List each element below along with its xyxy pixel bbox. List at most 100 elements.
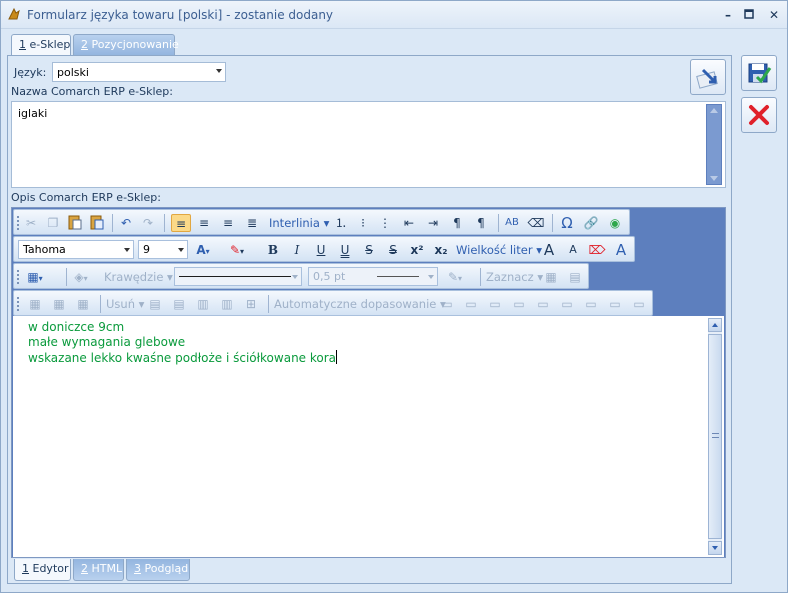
toolbar-row-4: ▦ ▦ ▦ Usuń ▾ ▤ ▤ ▥ ▥ ⊞ Automatyczne dopa…: [13, 290, 653, 316]
scroll-down-button[interactable]: [708, 541, 722, 555]
toolbar-grip: [17, 270, 19, 284]
copy-icon[interactable]: ❐: [44, 214, 62, 232]
font-name-select[interactable]: Tahoma: [18, 240, 134, 259]
multilevel-list-icon[interactable]: ⋮: [376, 214, 394, 232]
outdent-icon[interactable]: ⇤: [400, 214, 418, 232]
highlight-color-icon[interactable]: ✎▾: [228, 241, 246, 259]
tab-html-number: 2: [81, 562, 88, 575]
delete-dropdown[interactable]: Usuń ▾: [106, 295, 144, 313]
clear-formatting-icon[interactable]: ⌦: [588, 241, 606, 259]
bullet-list-icon[interactable]: ⁝: [354, 214, 372, 232]
shading-icon[interactable]: ◈▾: [72, 268, 90, 286]
tab-html[interactable]: 2 HTML: [73, 559, 124, 581]
cell-align-bottom-right-icon[interactable]: ▭: [630, 295, 648, 313]
table-cols-icon[interactable]: ▦: [74, 295, 92, 313]
scroll-up-button[interactable]: [708, 318, 722, 332]
table-rows-icon[interactable]: ▦: [50, 295, 68, 313]
scroll-down-icon: [710, 176, 718, 181]
insert-table-icon[interactable]: ▦▾: [26, 268, 44, 286]
name-scrollbar[interactable]: [706, 104, 722, 185]
table-properties-icon[interactable]: ▤: [566, 268, 584, 286]
paste-special-icon[interactable]: [88, 214, 106, 232]
align-right-icon[interactable]: ≡: [219, 214, 237, 232]
symbol-icon[interactable]: Ω: [558, 214, 576, 232]
letter-case-dropdown[interactable]: Wielkość liter ▾: [456, 241, 542, 259]
undo-icon[interactable]: ↶: [117, 214, 135, 232]
document-scrollbar[interactable]: [708, 318, 722, 555]
bold-icon[interactable]: B: [264, 241, 282, 259]
language-select[interactable]: polski: [52, 62, 226, 82]
double-strikethrough-icon[interactable]: S: [384, 241, 402, 259]
strikethrough-icon[interactable]: S: [360, 241, 378, 259]
main-panel: Język: polski Nazwa Comarch ERP e-Sklep:…: [7, 55, 732, 584]
insert-col-right-icon[interactable]: ▥: [218, 295, 236, 313]
font-color-icon[interactable]: A▾: [194, 241, 212, 259]
underline-icon[interactable]: U: [312, 241, 330, 259]
document-line: w doniczce 9cm: [28, 320, 125, 334]
tab-editor-label: Edytor: [29, 562, 69, 575]
toolbar-separator: [480, 268, 481, 286]
tab-podglad[interactable]: 3 Podgląd: [126, 559, 190, 581]
hyperlink-icon[interactable]: 🔗: [582, 214, 600, 232]
cell-align-top-left-icon[interactable]: ▭: [438, 295, 456, 313]
insert-row-above-icon[interactable]: ▤: [146, 295, 164, 313]
insert-col-left-icon[interactable]: ▥: [194, 295, 212, 313]
font-dialog-icon[interactable]: A: [612, 241, 630, 259]
tab-podglad-number: 3: [134, 562, 141, 575]
insert-image-icon[interactable]: ◉: [606, 214, 624, 232]
autofit-dropdown[interactable]: Automatyczne dopasowanie ▾: [274, 295, 446, 313]
scroll-thumb[interactable]: [708, 334, 722, 539]
subscript-icon[interactable]: x₂: [432, 241, 450, 259]
double-underline-icon[interactable]: U: [336, 241, 354, 259]
table-icon[interactable]: ▦: [26, 295, 44, 313]
show-gridlines-icon[interactable]: ▦: [542, 268, 560, 286]
italic-icon[interactable]: I: [288, 241, 306, 259]
paragraph-format-icon[interactable]: ¶: [472, 214, 490, 232]
eraser-icon[interactable]: ⌫: [527, 214, 545, 232]
superscript-icon[interactable]: x²: [408, 241, 426, 259]
maximize-button[interactable]: [740, 6, 758, 24]
cell-align-middle-center-icon[interactable]: ▭: [534, 295, 552, 313]
cell-align-bottom-center-icon[interactable]: ▭: [606, 295, 624, 313]
cancel-button[interactable]: [741, 97, 777, 133]
tab-pozycjonowanie-number: 2: [81, 38, 88, 51]
save-button[interactable]: [741, 55, 777, 91]
shrink-font-icon[interactable]: A: [564, 241, 582, 259]
translate-button[interactable]: [690, 59, 726, 95]
line-spacing-dropdown[interactable]: Interlinia ▾: [269, 214, 329, 232]
grow-font-icon[interactable]: A: [540, 241, 558, 259]
cell-align-top-right-icon[interactable]: ▭: [486, 295, 504, 313]
numbered-list-icon[interactable]: ⒈: [332, 214, 350, 232]
indent-icon[interactable]: ⇥: [424, 214, 442, 232]
window-title: Formularz języka towaru [polski] - zosta…: [27, 8, 334, 22]
border-width-select[interactable]: 0,5 pt: [308, 267, 438, 286]
borders-dropdown[interactable]: Krawędzie ▾: [104, 268, 173, 286]
document-area[interactable]: w doniczce 9cm małe wymagania glebowe ws…: [13, 316, 724, 557]
toolbar-separator: [268, 295, 269, 313]
align-left-icon[interactable]: ≡: [171, 214, 191, 232]
border-style-select[interactable]: [174, 267, 302, 286]
cell-align-middle-right-icon[interactable]: ▭: [558, 295, 576, 313]
cut-icon[interactable]: ✂: [22, 214, 40, 232]
border-color-icon[interactable]: ✎▾: [446, 268, 464, 286]
font-size-select[interactable]: 9: [138, 240, 188, 259]
close-button[interactable]: ✕: [765, 6, 783, 24]
spellcheck-icon[interactable]: AB: [503, 214, 521, 232]
minimize-button[interactable]: –: [719, 6, 737, 24]
align-center-icon[interactable]: ≡: [195, 214, 213, 232]
select-dropdown[interactable]: Zaznacz ▾: [486, 268, 543, 286]
tab-pozycjonowanie[interactable]: 2 Pozycjonowanie: [73, 34, 179, 55]
cell-align-bottom-left-icon[interactable]: ▭: [582, 295, 600, 313]
scroll-up-icon: [710, 108, 718, 113]
redo-icon[interactable]: ↷: [139, 214, 157, 232]
cell-align-middle-left-icon[interactable]: ▭: [510, 295, 528, 313]
insert-row-below-icon[interactable]: ▤: [170, 295, 188, 313]
name-textarea[interactable]: iglaki: [11, 101, 726, 188]
paste-icon[interactable]: [66, 214, 84, 232]
merge-cells-icon[interactable]: ⊞: [242, 295, 260, 313]
tab-e-sklep[interactable]: 1 e-Sklep: [11, 34, 71, 56]
cell-align-top-center-icon[interactable]: ▭: [462, 295, 480, 313]
align-justify-icon[interactable]: ≣: [243, 214, 261, 232]
paragraph-mark-icon[interactable]: ¶: [448, 214, 466, 232]
tab-editor[interactable]: 1 Edytor: [14, 559, 71, 581]
